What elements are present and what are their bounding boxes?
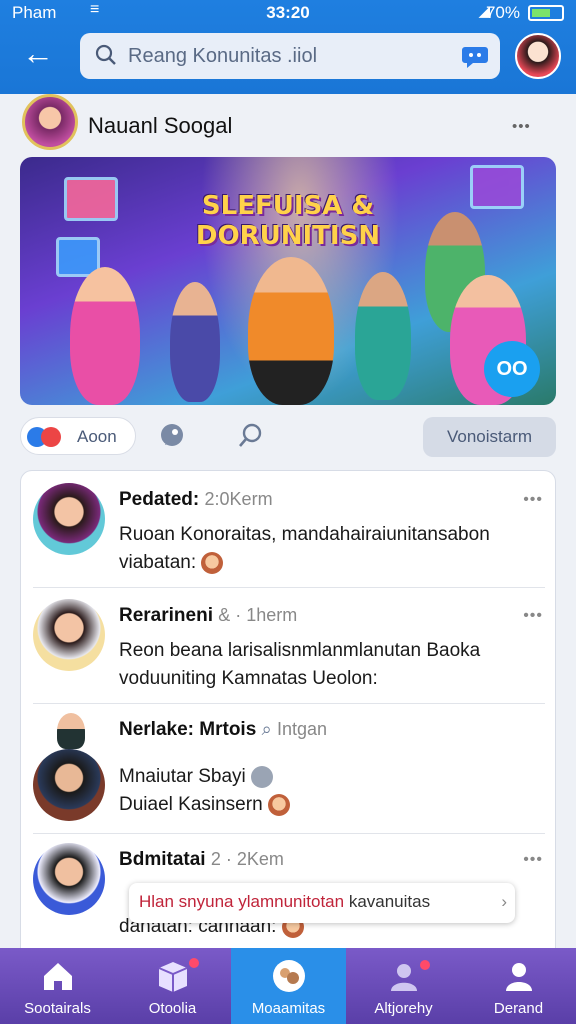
reaction-icons <box>27 427 67 447</box>
notification-toast[interactable]: Hlan snyuna ylamnunitotan kavanuitas › <box>129 883 515 923</box>
nav-label: Sootairals <box>24 1000 91 1017</box>
video-play-button[interactable]: OO <box>484 341 540 397</box>
emoji-icon <box>201 551 224 574</box>
battery-icon <box>528 5 564 21</box>
nav-item-store[interactable]: Otoolia <box>115 948 230 1024</box>
post-time: & · 1herm <box>218 605 298 625</box>
notification-badge <box>420 960 430 970</box>
feed-card: Pedated: 2:0Kerm ••• Ruoan Konoraitas, m… <box>20 470 556 960</box>
nav-item-communities[interactable]: Moaamitas <box>231 948 346 1024</box>
notification-badge <box>189 958 199 968</box>
search-bar[interactable]: Reang Konunitas .iiol <box>80 33 500 79</box>
nav-item-activity[interactable]: Altjorehy <box>346 948 461 1024</box>
post-more-icon[interactable]: ••• <box>523 851 543 869</box>
search-icon: ⌕ <box>261 719 272 739</box>
banner-title-line1: SLEFUISA & <box>201 191 375 221</box>
community-banner[interactable]: SLEFUISA & DORUNITISN OO <box>20 157 556 405</box>
feed-post[interactable]: Pedated: 2:0Kerm ••• Ruoan Konoraitas, m… <box>21 471 555 587</box>
post-author-avatar[interactable] <box>33 843 105 915</box>
toast-text: Hlan snyuna ylamnunitotan kavanuitas <box>139 892 430 912</box>
banner-person <box>70 267 140 405</box>
reaction-button[interactable]: Aoon <box>20 417 136 455</box>
feed-post[interactable]: Nerlake: Mrtois ⌕ Intgan Mnaiutar Sbayi … <box>21 703 555 833</box>
search-input[interactable]: Reang Konunitas .iiol <box>128 45 317 68</box>
reaction-label: Aoon <box>77 427 117 446</box>
toast-rest: kavanuitas <box>348 892 431 911</box>
post-body: Mnaiutar Sbayi Duiael Kasinsern <box>119 763 539 819</box>
post-text: Mnaiutar Sbayi <box>119 766 246 787</box>
people-icon <box>391 964 417 991</box>
chat-bubble-icon[interactable] <box>460 41 490 71</box>
chat-bubble-icon <box>251 765 274 788</box>
post-more-icon[interactable]: ••• <box>523 491 543 509</box>
profile-avatar[interactable] <box>515 33 561 79</box>
search-icon <box>95 44 116 65</box>
post-body: Reon beana larisalisnmlanmlanutan Baoka … <box>119 637 539 693</box>
banner-person <box>170 282 220 402</box>
toast-highlight: Hlan snyuna ylamnunitotan <box>139 892 345 911</box>
post-text: Duiael Kasinsern <box>119 794 263 815</box>
join-button[interactable]: Vonoistarm <box>423 417 556 457</box>
community-name: Nauanl Soogal <box>88 113 233 138</box>
community-icon <box>273 960 305 992</box>
feed-post[interactable]: Rerarineni & · 1herm ••• Reon beana lari… <box>21 587 555 703</box>
bottom-navigation: Sootairals Otoolia Moaamitas Altjorehy D… <box>0 948 576 1024</box>
banner-person <box>248 257 334 405</box>
post-time: Intgan <box>276 719 327 739</box>
search-icon[interactable] <box>236 421 266 451</box>
nav-label: Altjorehy <box>374 1000 433 1017</box>
post-author: Pedated: 2:0Kerm <box>119 489 273 511</box>
post-author-name: Bdmitatai <box>119 849 206 870</box>
post-author: Bdmitatai 2 · 2Kem <box>119 849 284 871</box>
nav-label: Derand <box>493 1000 544 1017</box>
small-avatar <box>57 713 85 749</box>
person-icon <box>506 963 532 991</box>
post-body: Ruoan Konoraitas, mandahairaiunitansabon… <box>119 521 539 577</box>
home-icon <box>44 963 72 990</box>
status-bar: Pham ≡ 33:20 ◢ 70% <box>0 0 576 26</box>
post-author-avatar[interactable] <box>33 483 105 555</box>
post-author-name: Pedated: <box>119 489 200 510</box>
post-author-name: Rerarineni <box>119 605 213 626</box>
post-more-icon[interactable]: ••• <box>523 607 543 625</box>
post-author-avatar[interactable] <box>33 599 105 671</box>
battery-percent: 70% <box>485 3 520 22</box>
nav-label: Otoolia <box>148 1000 197 1017</box>
top-app-bar: Pham ≡ 33:20 ◢ 70% ← Reang Konunitas .ii… <box>0 0 576 94</box>
nav-item-home[interactable]: Sootairals <box>0 948 115 1024</box>
chevron-right-icon: › <box>501 892 507 911</box>
post-author-avatar[interactable] <box>33 749 105 821</box>
post-text: Ruoan Konoraitas, mandahairaiunitansabon <box>119 524 490 545</box>
nav-label: Moaamitas <box>251 1000 326 1017</box>
post-text: viabatan: <box>119 552 197 573</box>
post-author: Nerlake: Mrtois ⌕ Intgan <box>119 719 327 741</box>
post-author-name: Nerlake: Mrtois <box>119 719 257 740</box>
emoji-icon <box>267 793 290 816</box>
post-time: 2 · 2Kem <box>210 849 284 869</box>
nav-item-profile[interactable]: Derand <box>461 948 576 1024</box>
back-arrow-icon[interactable]: ← <box>22 37 56 72</box>
post-author: Rerarineni & · 1herm <box>119 605 297 627</box>
box-icon <box>158 962 188 992</box>
post-time: 2:0Kerm <box>204 489 273 509</box>
community-avatar[interactable] <box>22 94 78 150</box>
more-options-icon[interactable]: ••• <box>512 118 531 135</box>
comment-icon[interactable] <box>157 421 187 451</box>
post-text: Reon beana larisalisnmlanmlanutan Baoka <box>119 640 481 661</box>
post-text: voduuniting Kamnatas Ueolon: <box>119 668 378 689</box>
banner-person <box>355 272 411 400</box>
